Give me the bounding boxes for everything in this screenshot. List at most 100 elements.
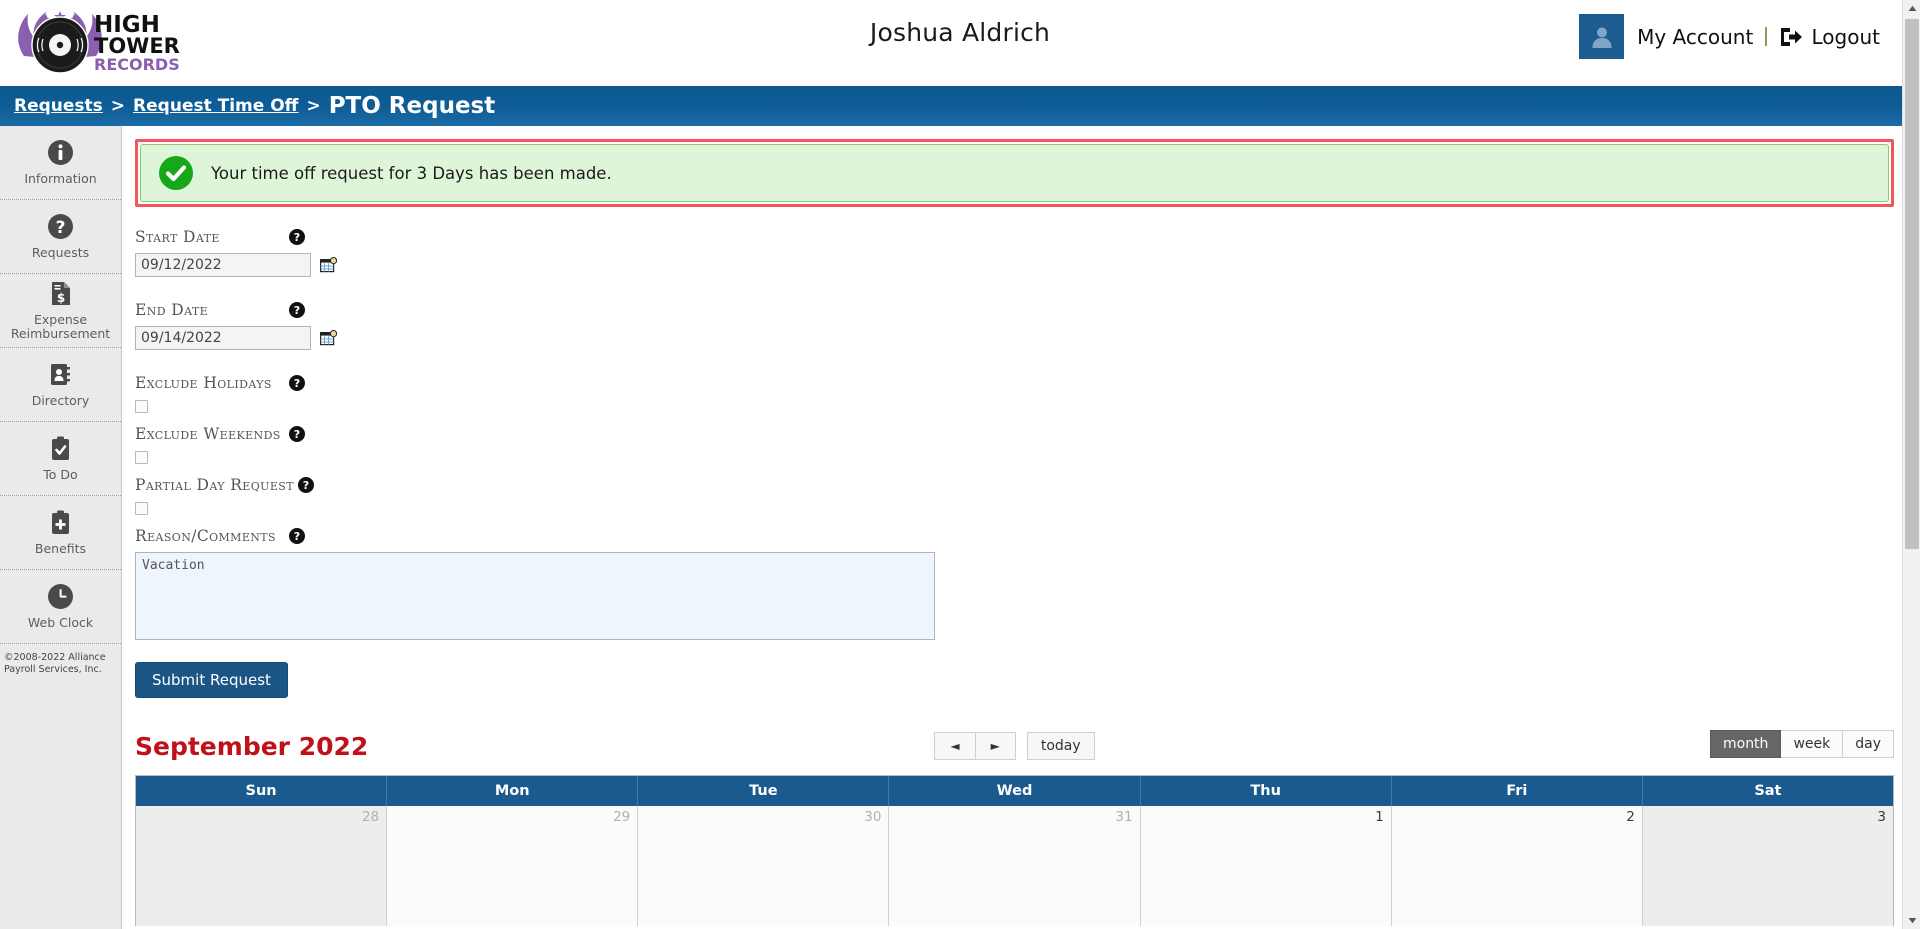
end-date-label-row: End Date ? <box>135 298 1920 321</box>
question-circle-icon[interactable]: ? <box>289 228 305 245</box>
calendar-view-day[interactable]: day <box>1843 730 1894 758</box>
breadcrumb-requests[interactable]: Requests <box>14 96 103 116</box>
calendar-day-cell[interactable]: 29 <box>387 806 639 926</box>
calendar-day-cell[interactable]: 2 <box>1391 806 1643 926</box>
sidebar-item-directory[interactable]: Directory <box>0 348 121 422</box>
sidebar-item-expense-reimbursement[interactable]: $ Expense Reimbursement <box>0 274 121 348</box>
svg-text:?: ? <box>294 304 300 317</box>
calendar-view-month[interactable]: month <box>1709 730 1782 758</box>
logout-button[interactable]: Logout <box>1779 25 1880 49</box>
sidebar-item-benefits[interactable]: Benefits <box>0 496 121 570</box>
sidebar-item-label: Information <box>24 170 97 186</box>
start-date-label: Start Date <box>135 227 220 246</box>
sidebar-item-label: Requests <box>31 244 90 260</box>
breadcrumb-request-time-off[interactable]: Request Time Off <box>133 96 298 116</box>
exclude-holidays-checkbox[interactable] <box>135 400 148 413</box>
info-circle-icon <box>48 139 73 165</box>
sidebar-nav: Information ? Requests $ Expense Reimbur… <box>0 126 122 929</box>
top-header: HIGH TOWER RECORDS Joshua Aldrich My Acc… <box>0 0 1920 86</box>
clipboard-medical-icon <box>52 510 69 534</box>
question-circle-icon[interactable]: ? <box>289 425 305 442</box>
calendar-day-number: 28 <box>361 809 380 825</box>
sidebar-item-label: Expense Reimbursement <box>10 311 111 341</box>
calendar-day-cell[interactable]: 1 <box>1140 806 1392 926</box>
partial-day-checkbox[interactable] <box>135 502 148 515</box>
calendar-day-number: 30 <box>864 809 882 825</box>
sidebar-item-requests[interactable]: ? Requests <box>0 200 121 274</box>
start-date-input[interactable] <box>135 253 311 277</box>
calendar-arrow-group: ◄ ► <box>934 732 1016 760</box>
calendar-picker-icon[interactable] <box>320 329 337 347</box>
end-date-input[interactable] <box>135 326 311 350</box>
exclude-holidays-label: Exclude Holidays <box>135 373 272 392</box>
calendar-day-number: 31 <box>1115 809 1133 825</box>
submit-request-button[interactable]: Submit Request <box>135 662 288 698</box>
calendar-header-mon: Mon <box>387 776 639 806</box>
reason-label: Reason/Comments <box>135 526 276 545</box>
calendar-day-cell[interactable]: 28 <box>136 806 388 926</box>
partial-day-label-row: Partial Day Request ? <box>135 473 1920 496</box>
calendar-picker-icon[interactable] <box>320 256 337 274</box>
logout-label: Logout <box>1811 24 1880 49</box>
main-content: Your time off request for 3 Days has bee… <box>122 126 1920 929</box>
alert-highlight-frame: Your time off request for 3 Days has bee… <box>135 139 1894 207</box>
calendar-header-thu: Thu <box>1141 776 1392 806</box>
sidebar-item-label: Directory <box>31 392 90 408</box>
sidebar-item-to-do[interactable]: To Do <box>0 422 121 496</box>
question-circle-icon[interactable]: ? <box>289 527 305 544</box>
question-circle-icon[interactable]: ? <box>297 476 314 493</box>
calendar-header-wed: Wed <box>889 776 1141 806</box>
user-avatar-icon <box>1592 27 1612 48</box>
sidebar-item-label: Benefits <box>34 540 87 556</box>
breadcrumb: Requests > Request Time Off > PTO Reques… <box>0 86 1920 126</box>
scroll-up-arrow[interactable] <box>1903 0 1920 17</box>
my-account-link[interactable]: My Account <box>1637 25 1753 49</box>
clipboard-check-icon <box>52 436 69 460</box>
calendar-toolbar: September 2022 ◄ ► today month week day <box>135 728 1894 764</box>
clock-icon <box>48 583 73 609</box>
pto-request-form: Start Date ? 09/12/2022 End Date ? 09/14… <box>122 207 1920 698</box>
chevron-down-icon <box>1908 918 1916 924</box>
calendar-day-cell[interactable]: 3 <box>1642 806 1893 926</box>
avatar[interactable] <box>1579 14 1625 59</box>
exclude-weekends-label: Exclude Weekends <box>135 424 281 443</box>
calendar-header-row: Sun Mon Tue Wed Thu Fri Sat <box>136 776 1893 806</box>
reason-textarea[interactable]: Vacation <box>135 552 935 640</box>
calendar-grid: Sun Mon Tue Wed Thu Fri Sat 28 29 30 31 … <box>135 775 1894 926</box>
sidebar-item-information[interactable]: Information <box>0 126 121 200</box>
svg-text:?: ? <box>294 428 300 441</box>
exclude-holidays-label-row: Exclude Holidays ? <box>135 371 1920 394</box>
receipt-dollar-icon: $ <box>52 281 70 305</box>
svg-text:?: ? <box>294 530 300 543</box>
scroll-down-arrow[interactable] <box>1903 912 1920 929</box>
question-circle-icon[interactable]: ? <box>289 374 305 391</box>
calendar-week-row: 28 29 30 31 1 2 3 <box>136 806 1893 926</box>
calendar-widget: September 2022 ◄ ► today month week day <box>135 728 1894 926</box>
start-date-label-row: Start Date ? <box>135 225 1920 248</box>
calendar-today-button[interactable]: today <box>1026 732 1095 760</box>
calendar-day-cell[interactable]: 30 <box>638 806 890 926</box>
question-circle-icon[interactable]: ? <box>289 301 305 318</box>
logout-icon <box>1780 27 1802 46</box>
calendar-prev-button[interactable]: ◄ <box>934 732 976 760</box>
question-circle-icon: ? <box>48 213 73 239</box>
exclude-weekends-checkbox[interactable] <box>135 451 148 464</box>
calendar-header-sat: Sat <box>1754 783 1782 799</box>
calendar-day-number: 3 <box>1877 809 1886 825</box>
chevron-up-icon <box>1908 5 1916 11</box>
calendar-day-number: 29 <box>613 809 631 825</box>
calendar-header-fri: Fri <box>1392 776 1643 806</box>
sidebar-item-web-clock[interactable]: Web Clock <box>0 570 121 644</box>
start-date-row <box>135 253 1920 277</box>
calendar-view-week[interactable]: week <box>1781 730 1844 758</box>
scrollbar-thumb[interactable] <box>1905 19 1919 549</box>
calendar-next-button[interactable]: ► <box>975 732 1016 760</box>
breadcrumb-separator-2: > <box>306 96 321 116</box>
copyright-text: ©2008-2022 Alliance Payroll Services, In… <box>4 652 106 675</box>
breadcrumb-separator-1: > <box>110 96 126 116</box>
app-root: HIGH TOWER RECORDS Joshua Aldrich My Acc… <box>0 0 1920 929</box>
svg-text:?: ? <box>56 218 66 238</box>
page-scrollbar[interactable] <box>1902 0 1920 929</box>
svg-text:?: ? <box>303 479 309 492</box>
calendar-day-cell[interactable]: 31 <box>889 806 1141 926</box>
